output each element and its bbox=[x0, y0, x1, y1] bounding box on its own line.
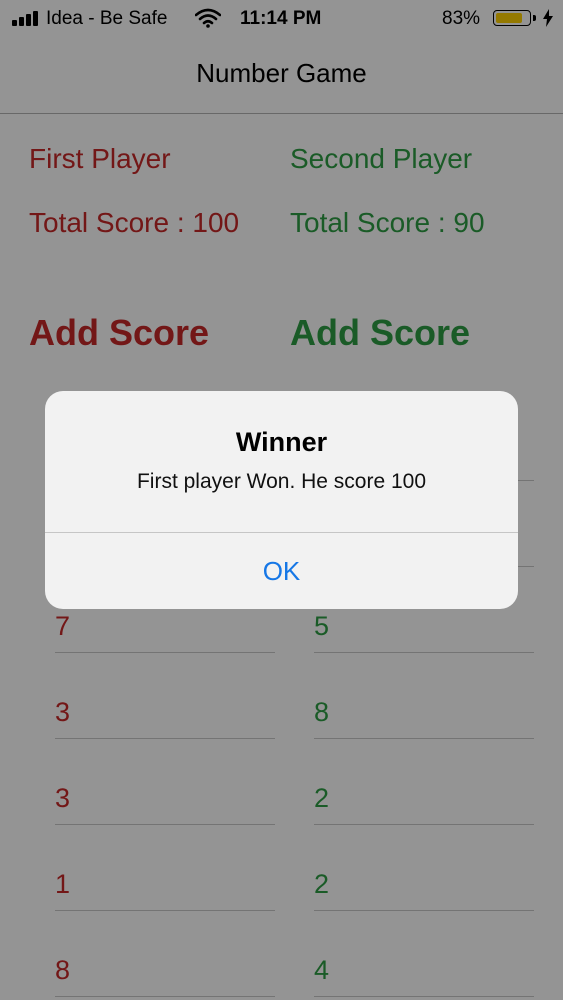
alert-title: Winner bbox=[235, 427, 328, 457]
ok-button[interactable]: OK bbox=[45, 533, 518, 609]
winner-alert-dialog: Winner First player Won. He score 100 OK bbox=[45, 391, 518, 609]
app-screen: Idea - Be Safe 11:14 PM 83% Number Game … bbox=[0, 0, 563, 1000]
alert-message: First player Won. He score 100 bbox=[136, 470, 427, 493]
